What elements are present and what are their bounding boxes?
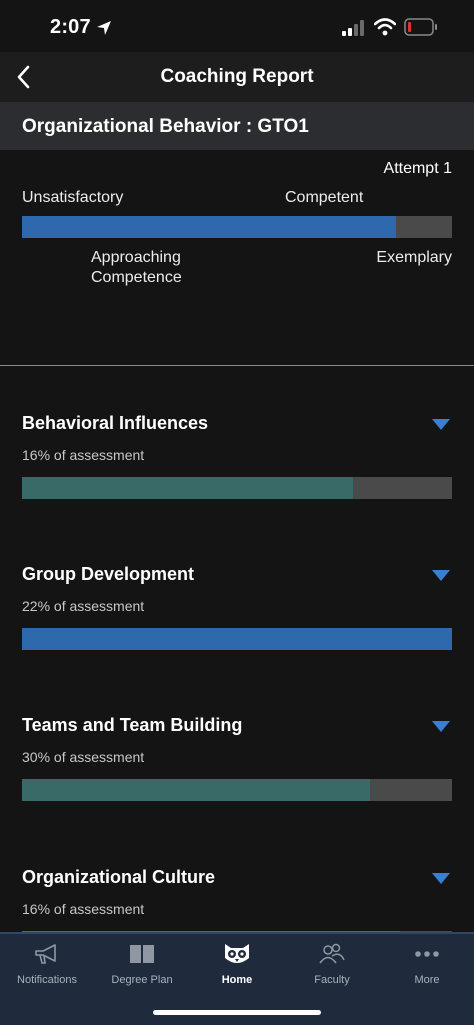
section-weight: 30% of assessment [22, 749, 145, 765]
caret-down-icon[interactable] [432, 721, 450, 732]
overall-progress-bar [22, 216, 452, 238]
caret-down-icon[interactable] [432, 873, 450, 884]
book-icon [130, 945, 154, 963]
tab-label: Notifications [17, 974, 77, 986]
section-progress-bar [22, 779, 452, 801]
section-weight: 16% of assessment [22, 447, 145, 463]
level-approaching-competence-label: Approaching Competence [91, 249, 182, 286]
section-progress-bar [22, 628, 452, 650]
section-title: Teams and Team Building [22, 715, 243, 735]
megaphone-icon [35, 944, 56, 964]
battery-low-icon [404, 18, 437, 36]
section-progress-bar [22, 477, 452, 499]
level-unsatisfactory-label: Unsatisfactory [22, 189, 124, 206]
overall-progress-fill [22, 216, 397, 238]
tab-notifications[interactable]: Notifications [0, 934, 94, 994]
page-title: Coaching Report [160, 66, 314, 87]
course-title: Organizational Behavior : GTO1 [22, 116, 309, 137]
status-time: 2:07 [50, 16, 91, 38]
tab-label: More [414, 974, 440, 986]
tab-label: Home [221, 974, 253, 986]
more-dots-icon [415, 951, 439, 957]
section-group-development[interactable]: Group Development 22% of assessment [0, 564, 474, 715]
section-weight: 16% of assessment [22, 901, 145, 917]
section-weight: 22% of assessment [22, 598, 145, 614]
tab-label: Degree Plan [111, 974, 173, 986]
course-header: Organizational Behavior : GTO1 [0, 102, 474, 150]
section-teams-and-team-building[interactable]: Teams and Team Building 30% of assessmen… [0, 715, 474, 866]
cell-signal-icon [342, 20, 364, 36]
overall-performance: Attempt 1 Unsatisfactory Competent Appro… [0, 150, 474, 365]
owl-icon [225, 944, 249, 963]
tab-more[interactable]: More [380, 934, 474, 994]
caret-down-icon[interactable] [432, 419, 450, 430]
tab-faculty[interactable]: Faculty [285, 934, 379, 994]
section-divider [0, 365, 474, 366]
navigation-bar: Coaching Report [0, 52, 474, 102]
tab-degree-plan[interactable]: Degree Plan [95, 934, 189, 994]
section-progress-fill [22, 477, 354, 499]
level-competent-label: Competent [285, 189, 364, 206]
level-exemplary-label: Exemplary [376, 249, 452, 266]
location-arrow-icon [97, 21, 111, 35]
home-indicator [153, 1010, 321, 1015]
section-title: Group Development [22, 564, 195, 584]
section-progress-fill [22, 779, 371, 801]
tab-home[interactable]: Home [190, 934, 284, 994]
people-icon [319, 943, 345, 964]
wifi-icon [374, 18, 396, 36]
section-behavioral-influences[interactable]: Behavioral Influences 16% of assessment [0, 413, 474, 564]
status-bar: 2:07 [0, 0, 474, 52]
tab-label: Faculty [314, 974, 350, 986]
attempt-label: Attempt 1 [383, 160, 452, 177]
caret-down-icon[interactable] [432, 570, 450, 581]
section-progress-fill [22, 628, 452, 650]
section-title: Behavioral Influences [22, 413, 209, 433]
section-title: Organizational Culture [22, 867, 216, 887]
